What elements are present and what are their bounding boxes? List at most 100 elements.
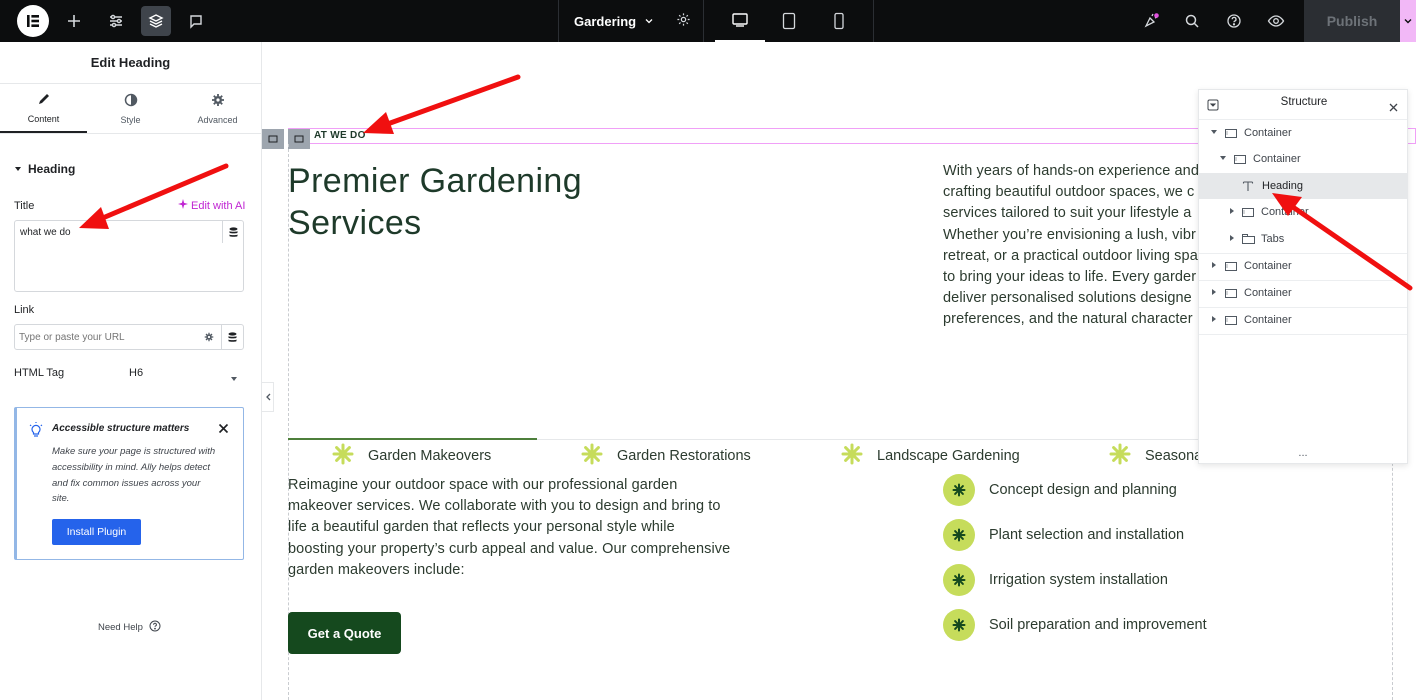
container-icon <box>1225 316 1237 328</box>
makeover-line: makeover services. We collaborate with y… <box>288 498 721 515</box>
structure-panel: Structure Container Container Heading Co… <box>1198 89 1408 464</box>
section-heading-toggle[interactable]: Heading <box>14 162 75 176</box>
ai-sparkle-icon <box>178 199 188 212</box>
page-heading-line-2: Services <box>288 204 422 242</box>
select-caret-icon <box>230 370 238 388</box>
structure-item-label: Container <box>1244 127 1292 139</box>
caret-right-icon <box>1210 261 1218 271</box>
link-label: Link <box>14 304 35 316</box>
structure-item-heading-selected[interactable]: Heading <box>1199 173 1407 199</box>
eyebrow-heading[interactable]: AT WE DO <box>314 130 366 141</box>
intro-line: deliver personalised solutions designe <box>943 290 1192 307</box>
html-tag-label: HTML Tag <box>14 367 65 379</box>
check-asterisk-icon <box>943 609 975 641</box>
caret-right-icon <box>1210 315 1218 325</box>
whats-new-icon[interactable] <box>1136 6 1166 36</box>
need-help-link[interactable]: Need Help <box>98 620 161 635</box>
caret-down-icon <box>1210 128 1218 138</box>
top-bar: Gardering Publish <box>0 0 1416 42</box>
asterisk-leaf-icon <box>332 443 354 469</box>
structure-item-container[interactable]: Container <box>1199 280 1407 306</box>
inner-container-handle-icon[interactable] <box>288 129 310 149</box>
page-gear-icon[interactable] <box>676 12 691 30</box>
tab-seasonal[interactable]: Seasona <box>1109 430 1202 482</box>
add-element-icon[interactable] <box>59 6 89 36</box>
edit-panel: Edit Heading Content Style Advanced Head… <box>0 42 262 700</box>
page-settings-dropdown[interactable]: Gardering <box>558 0 704 42</box>
makeover-line: boosting your property’s curb appeal and… <box>288 540 731 557</box>
search-icon[interactable] <box>1177 6 1207 36</box>
mobile-icon[interactable] <box>814 0 864 42</box>
structure-title: Structure <box>1280 96 1328 108</box>
container-handle-icon[interactable] <box>262 129 284 149</box>
tab-advanced-label: Advanced <box>197 114 238 125</box>
title-label: Title <box>14 200 35 212</box>
tab-label: Garden Restorations <box>617 448 751 464</box>
elementor-logo-icon[interactable] <box>17 5 49 37</box>
link-options-gear-icon[interactable] <box>198 325 220 349</box>
link-input[interactable] <box>14 324 244 350</box>
tab-content[interactable]: Content <box>0 84 87 133</box>
structure-item-tabs[interactable]: Tabs <box>1199 226 1407 252</box>
asterisk-leaf-icon <box>1109 443 1131 469</box>
link-url-input[interactable] <box>19 329 189 346</box>
structure-item-container[interactable]: Container <box>1199 307 1407 333</box>
publish-options-chevron-icon[interactable] <box>1400 0 1416 42</box>
help-icon[interactable] <box>1219 6 1249 36</box>
edit-with-ai-button[interactable]: Edit with AI <box>178 199 245 212</box>
close-icon[interactable] <box>218 421 229 439</box>
collapse-panel-chevron-icon[interactable] <box>262 382 274 412</box>
tab-style[interactable]: Style <box>87 84 174 133</box>
intro-line: retreat, or a practical outdoor living s… <box>943 247 1198 264</box>
checklist-item: Concept design and planning <box>989 482 1177 498</box>
close-icon[interactable] <box>1389 99 1398 117</box>
heading-text-icon <box>1242 180 1254 195</box>
title-textarea[interactable]: what we do <box>14 220 244 292</box>
structure-item-label: Container <box>1244 260 1292 272</box>
checklist-item: Plant selection and installation <box>989 527 1185 543</box>
structure-item-container[interactable]: Container <box>1199 199 1407 225</box>
makeover-paragraph: Reimagine your outdoor space with our pr… <box>288 475 730 581</box>
structure-item-label: Container <box>1261 206 1309 218</box>
desktop-icon[interactable] <box>715 0 765 42</box>
preview-eye-icon[interactable] <box>1261 6 1291 36</box>
resize-handle-dots[interactable]: ... <box>1199 447 1407 459</box>
get-a-quote-button[interactable]: Get a Quote <box>288 612 401 654</box>
structure-item-label: Tabs <box>1261 233 1285 245</box>
intro-paragraph: With years of hands-on experience and cr… <box>943 161 1199 331</box>
structure-item-container[interactable]: Container <box>1199 253 1407 279</box>
site-settings-icon[interactable] <box>101 6 131 36</box>
notice-body: Make sure your page is structured with a… <box>52 446 216 505</box>
structure-layers-icon[interactable] <box>141 6 171 36</box>
comments-icon[interactable] <box>181 6 211 36</box>
structure-item-container[interactable]: Container <box>1199 146 1407 172</box>
install-plugin-button[interactable]: Install Plugin <box>52 519 141 545</box>
check-asterisk-icon <box>943 564 975 596</box>
tab-landscape-gardening[interactable]: Landscape Gardening <box>841 430 1020 482</box>
page-heading[interactable]: Premier Gardening Services <box>288 160 582 244</box>
intro-line: crafting beautiful outdoor spaces, we c <box>943 184 1195 201</box>
tab-label: Landscape Gardening <box>877 448 1020 464</box>
half-circle-icon <box>124 93 138 109</box>
accessibility-notice: Accessible structure matters Make sure y… <box>14 407 244 560</box>
html-tag-select[interactable]: H6 <box>124 361 244 385</box>
publish-button[interactable]: Publish <box>1304 0 1400 42</box>
tab-content-label: Content <box>27 113 60 124</box>
dynamic-tags-icon[interactable] <box>222 221 244 243</box>
tablet-icon[interactable] <box>764 0 814 42</box>
panel-tabs: Content Style Advanced <box>0 84 261 134</box>
container-icon <box>1242 208 1254 220</box>
html-tag-value: H6 <box>129 367 144 379</box>
checklist-item: Irrigation system installation <box>989 572 1168 588</box>
section-heading-label: Heading <box>28 162 76 176</box>
edit-with-ai-label: Edit with AI <box>191 199 246 212</box>
intro-line: preferences, and the natural character <box>943 311 1193 328</box>
tab-style-label: Style <box>120 114 141 125</box>
title-value: what we do <box>20 227 71 238</box>
link-dynamic-tags-icon[interactable] <box>221 325 243 349</box>
tab-label: Seasona <box>1145 448 1203 464</box>
structure-item-label: Container <box>1244 314 1292 326</box>
checklist-item: Soil preparation and improvement <box>989 617 1207 633</box>
tab-advanced[interactable]: Advanced <box>174 84 261 133</box>
structure-item-container[interactable]: Container <box>1199 120 1407 146</box>
